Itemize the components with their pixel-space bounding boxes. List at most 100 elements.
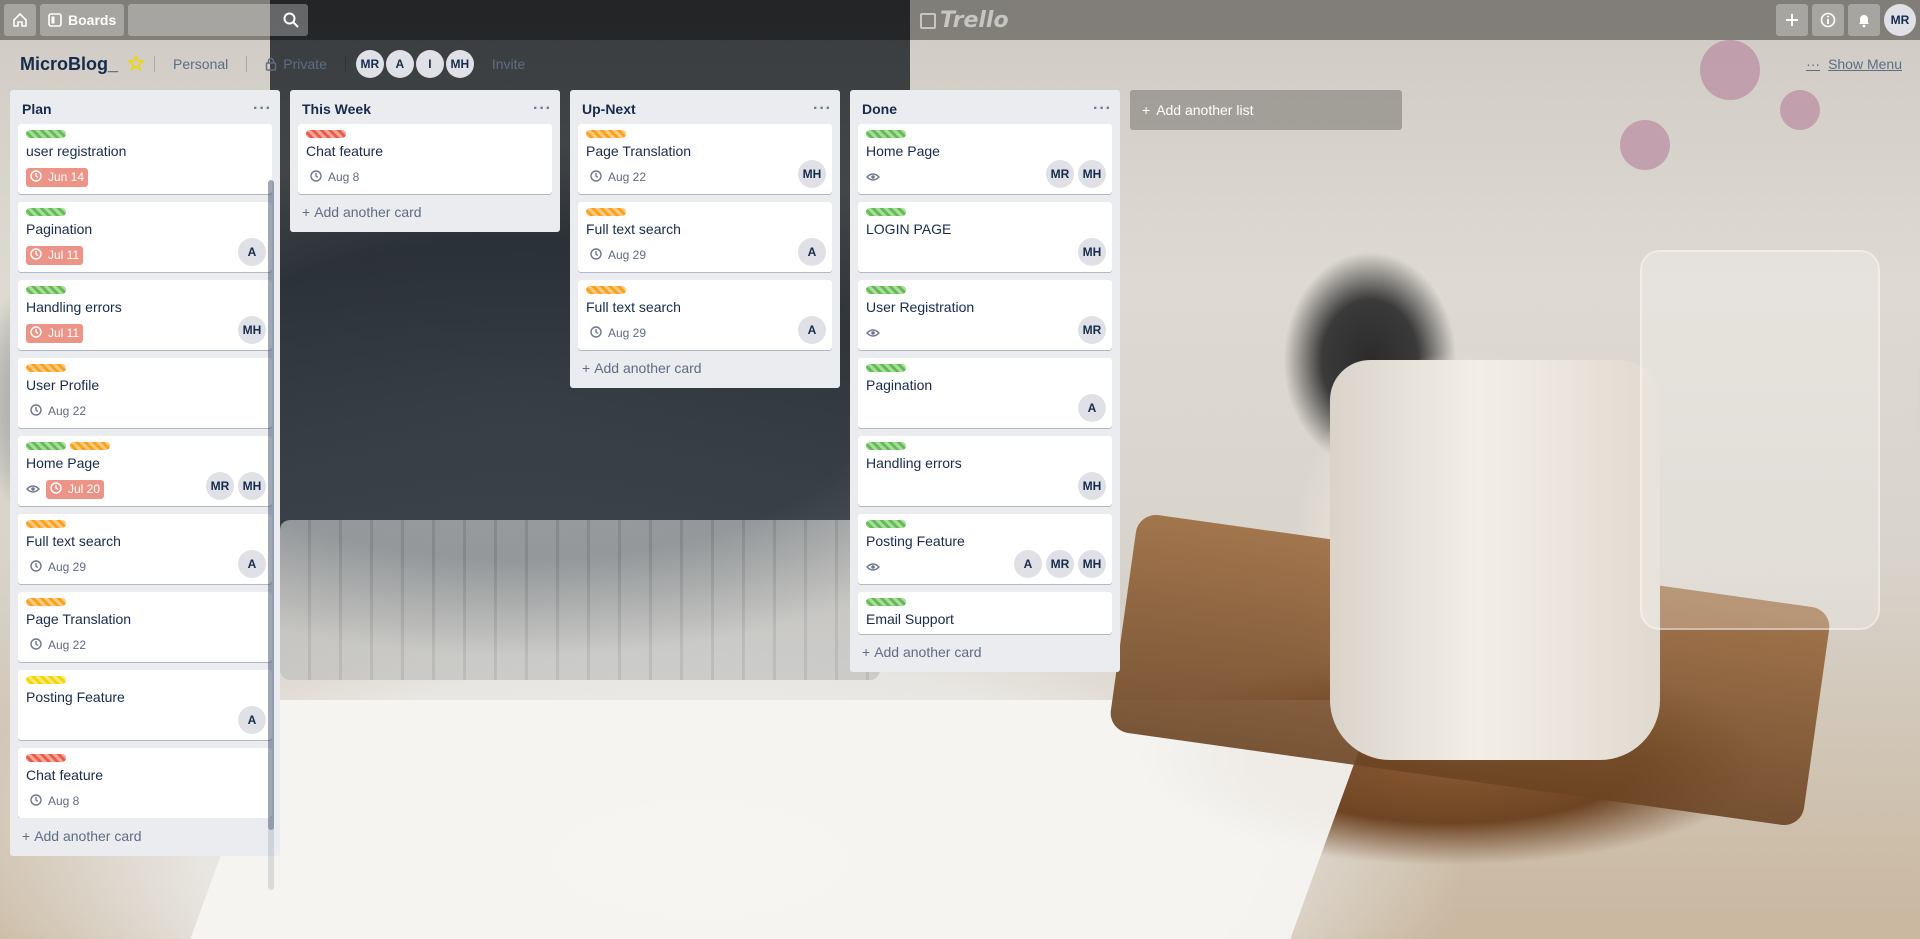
card[interactable]: Email Support bbox=[858, 592, 1112, 634]
due-date-badge[interactable]: Aug 29 bbox=[26, 558, 90, 577]
member-avatar[interactable]: MR bbox=[355, 50, 384, 78]
member-avatar[interactable]: MH bbox=[1078, 472, 1106, 500]
team-button[interactable]: Personal bbox=[165, 56, 236, 72]
label-green[interactable] bbox=[866, 520, 906, 528]
card[interactable]: Pagination A bbox=[858, 358, 1112, 428]
board-title[interactable]: MicroBlog_ bbox=[20, 54, 118, 75]
home-button[interactable] bbox=[4, 4, 36, 36]
due-date-badge[interactable]: Aug 8 bbox=[306, 168, 363, 187]
due-date-badge[interactable]: Aug 29 bbox=[586, 324, 650, 343]
card[interactable]: Posting Feature A MR MH bbox=[858, 514, 1112, 584]
boards-button[interactable]: Boards bbox=[40, 4, 125, 36]
due-date-badge[interactable]: Jul 20 bbox=[46, 479, 105, 499]
card[interactable]: Home Page Jul 20 MR MH bbox=[18, 436, 272, 506]
info-button[interactable] bbox=[1812, 4, 1844, 36]
card[interactable]: Handling errors MH bbox=[858, 436, 1112, 506]
label-green[interactable] bbox=[866, 130, 906, 138]
scrollbar-thumb[interactable] bbox=[268, 180, 274, 830]
add-card-button[interactable]: + Add another card bbox=[850, 634, 1120, 666]
due-date-badge[interactable]: Aug 22 bbox=[26, 636, 90, 655]
create-button[interactable] bbox=[1776, 4, 1808, 36]
label-green[interactable] bbox=[26, 208, 66, 216]
member-avatar[interactable]: A bbox=[1078, 394, 1106, 422]
list-menu-icon[interactable]: ··· bbox=[1093, 100, 1112, 118]
member-avatar[interactable]: A bbox=[238, 550, 266, 578]
label-orange[interactable] bbox=[26, 598, 66, 606]
label-yellow[interactable] bbox=[26, 676, 66, 684]
member-avatar[interactable]: MH bbox=[238, 472, 266, 500]
due-date-badge[interactable]: Aug 8 bbox=[26, 792, 83, 811]
list-title[interactable]: Plan bbox=[22, 101, 52, 117]
card[interactable]: Page Translation Aug 22 bbox=[18, 592, 272, 662]
label-orange[interactable] bbox=[586, 286, 626, 294]
card[interactable]: Page Translation Aug 22 MH bbox=[578, 124, 832, 194]
due-date-badge[interactable]: Aug 22 bbox=[586, 168, 650, 187]
due-date-badge[interactable]: Aug 29 bbox=[586, 246, 650, 265]
visibility-button[interactable]: Private bbox=[257, 56, 335, 72]
star-icon[interactable] bbox=[126, 54, 146, 74]
member-avatar[interactable]: MR bbox=[1046, 160, 1074, 188]
due-date-badge[interactable]: Jul 11 bbox=[26, 323, 84, 343]
card[interactable]: Chat feature Aug 8 bbox=[298, 124, 552, 194]
card[interactable]: Chat feature Aug 8 bbox=[18, 748, 272, 818]
add-card-button[interactable]: + Add another card bbox=[570, 350, 840, 382]
list-menu-icon[interactable]: ··· bbox=[813, 100, 832, 118]
member-avatar[interactable]: MH bbox=[1078, 238, 1106, 266]
label-green[interactable] bbox=[26, 130, 66, 138]
label-orange[interactable] bbox=[70, 442, 110, 450]
member-avatar[interactable]: MR bbox=[1046, 550, 1074, 578]
label-green[interactable] bbox=[866, 208, 906, 216]
member-avatar[interactable]: A bbox=[798, 316, 826, 344]
card[interactable]: Home Page MR MH bbox=[858, 124, 1112, 194]
list-menu-icon[interactable]: ··· bbox=[533, 100, 552, 118]
card[interactable]: Posting Feature A bbox=[18, 670, 272, 740]
member-avatar[interactable]: MH bbox=[238, 316, 266, 344]
label-green[interactable] bbox=[866, 598, 906, 606]
member-avatar[interactable]: A bbox=[385, 50, 414, 78]
label-green[interactable] bbox=[26, 442, 66, 450]
member-avatar[interactable]: MH bbox=[445, 50, 474, 78]
label-green[interactable] bbox=[866, 364, 906, 372]
label-orange[interactable] bbox=[586, 130, 626, 138]
member-avatar[interactable]: MR bbox=[1078, 316, 1106, 344]
member-avatar[interactable]: MR bbox=[206, 472, 234, 500]
card[interactable]: user registration Jun 14 bbox=[18, 124, 272, 194]
card[interactable]: Handling errors Jul 11 MH bbox=[18, 280, 272, 350]
member-avatar[interactable]: A bbox=[238, 706, 266, 734]
list-title[interactable]: Done bbox=[862, 101, 897, 117]
label-orange[interactable] bbox=[26, 364, 66, 372]
label-green[interactable] bbox=[866, 286, 906, 294]
trello-logo[interactable]: Trello bbox=[920, 8, 1009, 33]
search-input[interactable] bbox=[128, 4, 309, 36]
add-card-button[interactable]: + Add another card bbox=[290, 194, 560, 226]
plan-list-scrollbar[interactable] bbox=[268, 180, 274, 890]
label-orange[interactable] bbox=[586, 208, 626, 216]
list-title[interactable]: Up-Next bbox=[582, 101, 636, 117]
user-avatar[interactable]: MR bbox=[1884, 4, 1916, 36]
add-card-button[interactable]: + Add another card bbox=[10, 818, 280, 850]
member-avatar[interactable]: MH bbox=[1078, 550, 1106, 578]
add-list-button[interactable]: + Add another list bbox=[1130, 90, 1402, 130]
due-date-badge[interactable]: Jul 11 bbox=[26, 245, 84, 265]
card[interactable]: User Profile Aug 22 bbox=[18, 358, 272, 428]
card[interactable]: Full text search Aug 29 A bbox=[18, 514, 272, 584]
label-red[interactable] bbox=[26, 754, 66, 762]
member-avatar[interactable]: A bbox=[238, 238, 266, 266]
card[interactable]: LOGIN PAGE MH bbox=[858, 202, 1112, 272]
label-green[interactable] bbox=[26, 286, 66, 294]
card[interactable]: Pagination Jul 11 A bbox=[18, 202, 272, 272]
notifications-button[interactable] bbox=[1848, 4, 1880, 36]
label-red[interactable] bbox=[306, 130, 346, 138]
member-avatar[interactable]: A bbox=[1014, 550, 1042, 578]
member-avatar[interactable]: A bbox=[798, 238, 826, 266]
label-orange[interactable] bbox=[26, 520, 66, 528]
member-avatar[interactable]: MH bbox=[798, 160, 826, 188]
list-title[interactable]: This Week bbox=[302, 101, 371, 117]
member-avatar[interactable]: I bbox=[415, 50, 444, 78]
card[interactable]: User Registration MR bbox=[858, 280, 1112, 350]
label-green[interactable] bbox=[866, 442, 906, 450]
member-avatar[interactable]: MH bbox=[1078, 160, 1106, 188]
show-menu-button[interactable]: ··· Show Menu bbox=[1806, 56, 1902, 72]
card[interactable]: Full text search Aug 29 A bbox=[578, 202, 832, 272]
card[interactable]: Full text search Aug 29 A bbox=[578, 280, 832, 350]
